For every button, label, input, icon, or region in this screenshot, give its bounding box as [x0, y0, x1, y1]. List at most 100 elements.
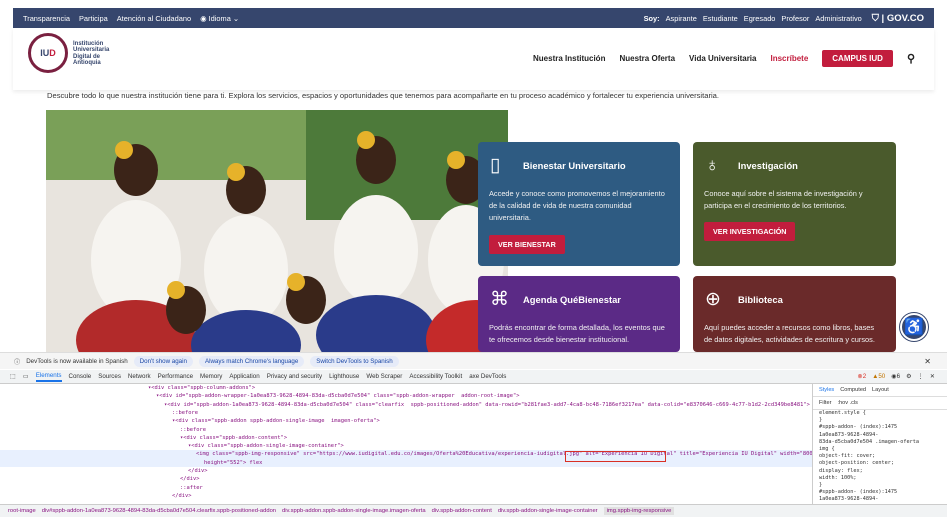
- tab-performance[interactable]: Performance: [158, 373, 193, 380]
- link-atencion[interactable]: Atención al Ciudadano: [117, 14, 191, 23]
- tab-accessibility-toolkit[interactable]: Accessibility Toolkit: [409, 373, 462, 380]
- govco-label: GOV.CO: [886, 12, 924, 24]
- tab-memory[interactable]: Memory: [200, 373, 222, 380]
- close-icon[interactable]: ✕: [924, 357, 931, 366]
- role-estudiante[interactable]: Estudiante: [703, 14, 738, 23]
- link-transparencia[interactable]: Transparencia: [23, 14, 70, 23]
- nav-oferta[interactable]: Nuestra Oferta: [619, 54, 675, 63]
- breadcrumb-item[interactable]: img.sppb-img-responsive: [603, 507, 675, 515]
- globe-icon: ⊕: [705, 289, 721, 310]
- gear-icon[interactable]: ⚙: [906, 373, 912, 380]
- tab-sources[interactable]: Sources: [98, 373, 121, 380]
- style-line: #sppb-addon- (index):1475: [819, 424, 898, 431]
- site-header: IU D Institución Universitaria Digital de…: [13, 28, 934, 90]
- tab-web-scraper[interactable]: Web Scraper: [366, 373, 402, 380]
- switch-spanish-button[interactable]: Switch DevTools to Spanish: [310, 355, 399, 367]
- more-icon[interactable]: ⋮: [918, 373, 924, 380]
- styles-tabs: Styles Computed Layout: [813, 384, 947, 397]
- link-participa[interactable]: Participa: [79, 14, 108, 23]
- card-title: Agenda QuéBienestar: [523, 294, 621, 305]
- style-line: object-position: center;: [819, 460, 894, 467]
- nav-inscribete[interactable]: Inscríbete: [770, 54, 808, 63]
- tab-network[interactable]: Network: [128, 373, 151, 380]
- globe-icon: ◉: [200, 13, 207, 23]
- style-line: width: 100%;: [819, 474, 857, 481]
- elements-tree[interactable]: ▾<div class="sppb-column-addons"> ▾<div i…: [0, 384, 812, 504]
- tab-application[interactable]: Application: [229, 373, 259, 380]
- card-body: Aquí puedes acceder a recursos como libr…: [704, 323, 875, 344]
- ver-investigacion-button[interactable]: VER INVESTIGACIÓN: [704, 222, 796, 241]
- shield-icon: ⛉: [871, 12, 879, 24]
- style-line: display: flex;: [819, 467, 863, 474]
- campus-button[interactable]: CAMPUS IUD: [822, 50, 893, 67]
- code-line[interactable]: ▾<div class="sppb-addon sppb-addon-singl…: [0, 417, 812, 425]
- banner-message: DevTools is now available in Spanish: [26, 357, 128, 365]
- card-agenda[interactable]: ⌘ Agenda QuéBienestar Podrás encontrar d…: [478, 276, 680, 352]
- main-nav: Nuestra Institución Nuestra Oferta Vida …: [533, 50, 915, 67]
- warning-count[interactable]: ▲50: [872, 373, 885, 380]
- code-line[interactable]: height="552"> flex: [0, 458, 812, 467]
- search-icon[interactable]: ⚲: [907, 52, 915, 65]
- breadcrumb-item[interactable]: div#sppb-addon-1a0ea873-9628-4894-83da-d…: [42, 508, 276, 514]
- filter-input[interactable]: Filter: [819, 400, 831, 406]
- nav-institucion[interactable]: Nuestra Institución: [533, 54, 605, 63]
- accessibility-icon[interactable]: ♿: [900, 313, 928, 341]
- tab-console[interactable]: Console: [69, 373, 92, 380]
- tab-styles[interactable]: Styles: [819, 387, 834, 393]
- code-line[interactable]: ▾<div id="sppb-addon-wrapper-1a0ea873-96…: [0, 392, 812, 400]
- iud-logo[interactable]: IU D: [28, 33, 68, 73]
- breadcrumb-item[interactable]: div.sppb-addon.sppb-addon-single-image.i…: [282, 508, 426, 514]
- code-line[interactable]: ▾<div class="sppb-addon-single-image-con…: [0, 442, 812, 450]
- soy-label: Soy:: [643, 13, 660, 23]
- language-selector[interactable]: ◉ Idioma ⌄: [200, 14, 239, 23]
- style-line: #sppb-addon- (index):1475: [819, 489, 898, 496]
- dom-breadcrumbs: root-image div#sppb-addon-1a0ea873-9628-4…: [0, 504, 947, 517]
- dont-show-again-button[interactable]: Don't show again: [133, 355, 193, 367]
- nav-vida[interactable]: Vida Universitaria: [689, 54, 756, 63]
- breadcrumb-item[interactable]: root-image: [8, 508, 36, 514]
- styles-panel: Styles Computed Layout Filter :hov .cls …: [812, 384, 947, 510]
- code-line[interactable]: </div>: [0, 467, 812, 475]
- code-line[interactable]: ▾<div class="sppb-addon-content">: [0, 434, 812, 442]
- code-line[interactable]: ▾<div class="sppb-column-addons">: [0, 384, 812, 392]
- code-line[interactable]: </div>: [0, 475, 812, 483]
- role-egresado[interactable]: Egresado: [744, 14, 776, 23]
- code-line[interactable]: ::before: [0, 409, 812, 417]
- role-administrativo[interactable]: Administrativo: [815, 14, 861, 23]
- code-line[interactable]: ::before: [0, 426, 812, 434]
- tab-privacy[interactable]: Privacy and security: [267, 373, 322, 380]
- breadcrumb-item[interactable]: div.sppb-addon-single-image-container: [498, 508, 598, 514]
- device-icon[interactable]: ▭: [23, 373, 29, 380]
- hov-cls-toggle[interactable]: :hov .cls: [837, 400, 858, 406]
- gov-bar: Transparencia Participa Atención al Ciud…: [13, 8, 934, 28]
- card-biblioteca[interactable]: ⊕ Biblioteca Aquí puedes acceder a recur…: [693, 276, 896, 352]
- match-language-button[interactable]: Always match Chrome's language: [198, 355, 305, 367]
- style-rules: element.style {} #sppb-addon- (index):147…: [813, 410, 947, 511]
- govco-logo[interactable]: ⛉ | GOV.CO: [872, 13, 924, 24]
- tab-lighthouse[interactable]: Lighthouse: [329, 373, 359, 380]
- info-count[interactable]: ◉6: [891, 373, 900, 380]
- card-investigacion[interactable]: ♁ Investigación Conoce aquí sobre el sis…: [693, 142, 896, 266]
- tab-computed[interactable]: Computed: [840, 387, 866, 393]
- role-aspirante[interactable]: Aspirante: [666, 14, 697, 23]
- code-line[interactable]: </div>: [0, 492, 812, 500]
- close-devtools-icon[interactable]: ✕: [930, 373, 935, 380]
- card-title: Investigación: [738, 160, 798, 171]
- style-line: }: [819, 417, 823, 424]
- tab-elements[interactable]: Elements: [35, 372, 62, 382]
- breadcrumb-item[interactable]: div.sppb-addon-content: [432, 508, 492, 514]
- code-line[interactable]: ::after: [0, 484, 812, 492]
- card-title: Biblioteca: [738, 294, 783, 305]
- code-line[interactable]: <img class="sppb-img-responsive" src="ht…: [0, 450, 812, 459]
- tab-axe[interactable]: axe DevTools: [469, 373, 506, 380]
- role-profesor[interactable]: Profesor: [781, 14, 809, 23]
- inspect-icon[interactable]: ⬚: [10, 373, 16, 380]
- chevron-down-icon: ⌄: [232, 13, 240, 23]
- code-line[interactable]: ▾<div id="sppb-addon-1a0ea873-9628-4894-…: [0, 401, 812, 409]
- card-bienestar[interactable]: ▯ Bienestar Universitario Accede y conoc…: [478, 142, 680, 266]
- error-count[interactable]: ⊗2: [858, 373, 867, 380]
- ver-bienestar-button[interactable]: VER BIENESTAR: [489, 235, 565, 254]
- tab-layout[interactable]: Layout: [872, 387, 889, 393]
- intro-text: Descubre todo lo que nuestra institución…: [47, 91, 719, 100]
- error-count-value: 2: [862, 373, 867, 380]
